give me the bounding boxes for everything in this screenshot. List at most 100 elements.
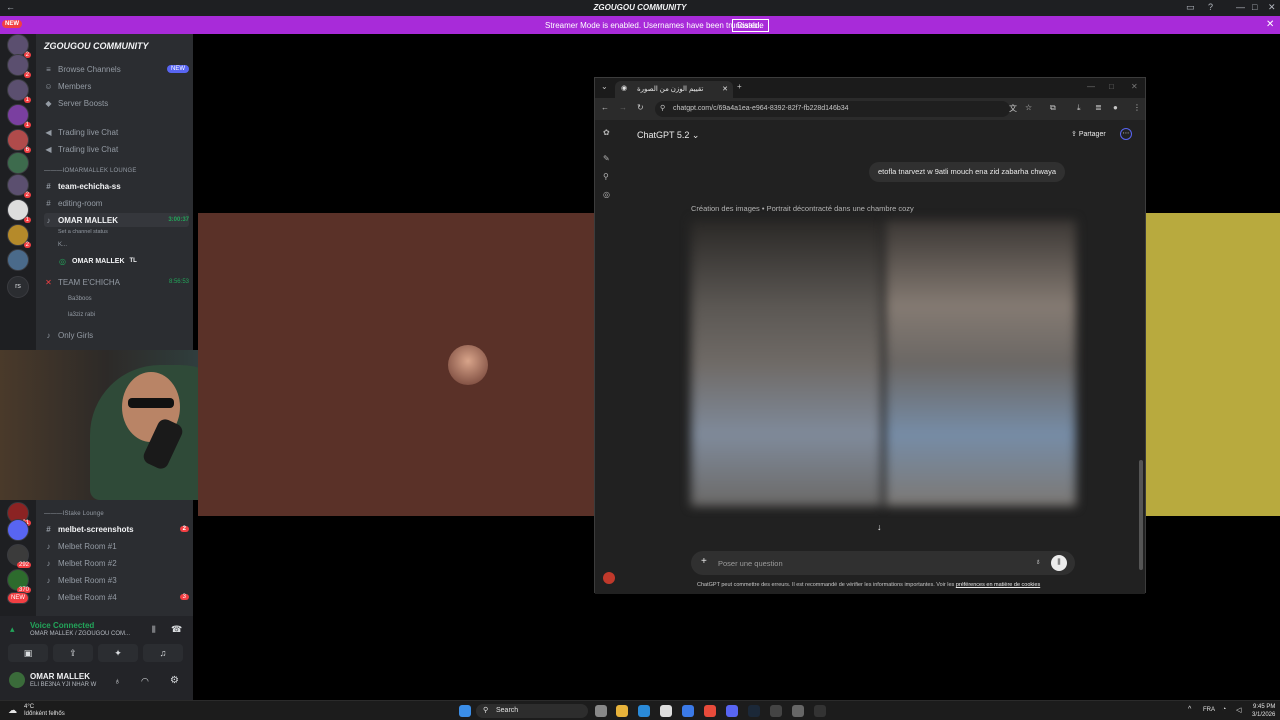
reload-icon[interactable]: ↻ xyxy=(637,103,644,112)
file-explorer-icon[interactable] xyxy=(616,705,628,717)
server-icon[interactable] xyxy=(7,152,29,174)
message-composer[interactable]: + Poser une question ♁ ⫼ xyxy=(691,551,1075,575)
voice-channel-only-girls[interactable]: ♪ Only Girls xyxy=(44,328,189,342)
clock[interactable]: 9:45 PM 3/1/2026 xyxy=(1252,703,1275,719)
maximize-icon[interactable]: □ xyxy=(1109,82,1114,91)
settings-icon[interactable]: ⚙ xyxy=(170,675,179,686)
model-selector[interactable]: ChatGPT 5.2 ⌄ xyxy=(637,130,699,141)
close-icon[interactable]: ✕ xyxy=(1131,82,1138,91)
disable-button[interactable]: Disable xyxy=(732,19,769,32)
activities-button[interactable]: ✦ xyxy=(98,644,138,662)
noise-icon[interactable]: ⫼ xyxy=(152,625,156,635)
tab-close-icon[interactable]: ✕ xyxy=(722,85,728,93)
channel-status[interactable]: Set a channel status xyxy=(44,225,189,239)
cookie-preferences-link[interactable]: préférences en matière de cookies xyxy=(956,582,1040,588)
server-boosts-link[interactable]: ◆ Server Boosts xyxy=(44,96,189,110)
chatgpt-icon[interactable] xyxy=(770,705,782,717)
profile-icon[interactable]: ● xyxy=(1113,103,1118,112)
server-icon[interactable] xyxy=(7,249,29,271)
maximize-icon[interactable]: □ xyxy=(1252,2,1257,12)
taskbar-search[interactable]: ⚲ Search xyxy=(476,704,588,718)
generated-image[interactable] xyxy=(691,220,882,506)
discord-icon[interactable] xyxy=(726,705,738,717)
server-icon[interactable]: 2 xyxy=(7,174,31,198)
composer-input[interactable]: Poser une question xyxy=(718,559,783,568)
stream-tile-left[interactable] xyxy=(198,213,594,516)
voice-member-self[interactable]: ◎ OMAR MALLEK TL xyxy=(44,254,189,268)
avatar[interactable] xyxy=(9,672,25,688)
new-chat-icon[interactable]: ✎ xyxy=(603,154,610,163)
voice-channel-melbet[interactable]: ♪ Melbet Room #3 xyxy=(44,573,189,587)
volume-icon[interactable]: ◁ xyxy=(1236,706,1241,714)
tab-search-icon[interactable]: ⌄ xyxy=(601,82,608,91)
server-icon[interactable] xyxy=(7,519,29,541)
members-link[interactable]: ☺ Members xyxy=(44,79,189,93)
translate-icon[interactable]: 文 xyxy=(1009,103,1017,114)
channel-melbet-screenshots[interactable]: # melbet-screenshots 2 xyxy=(44,522,189,536)
category-lounge[interactable]: ———IOMARMALLEK LOUNGE xyxy=(44,168,137,174)
weather-widget[interactable]: 4°C Időnként felhős xyxy=(24,704,65,718)
new-tab-icon[interactable]: + xyxy=(737,82,742,91)
server-icon[interactable]: 1 xyxy=(7,104,31,128)
disconnect-icon[interactable]: ☎ xyxy=(171,624,182,635)
server-icon[interactable]: 2 xyxy=(7,224,31,248)
server-icon[interactable]: 2 xyxy=(7,54,31,78)
server-icon[interactable]: rs xyxy=(7,276,29,298)
channel-team-echicha[interactable]: # team-echicha-ss xyxy=(44,179,189,193)
scroll-down-icon[interactable]: ↓ xyxy=(877,522,882,532)
category-stake[interactable]: ———IStake Lounge xyxy=(44,511,104,517)
voice-channel-melbet[interactable]: ♪ Melbet Room #1 xyxy=(44,539,189,553)
voice-connected-status[interactable]: Voice Connected xyxy=(30,621,94,630)
share-button[interactable]: ⇪ Partager xyxy=(1071,130,1106,138)
menu-icon[interactable]: ⋮ xyxy=(1133,103,1141,112)
site-info-icon[interactable]: ⚲ xyxy=(660,104,665,112)
inbox-icon[interactable]: ▭ xyxy=(1186,2,1195,13)
more-options-icon[interactable]: ⋯ xyxy=(1120,128,1132,140)
headphones-icon[interactable]: ◠ xyxy=(141,676,149,687)
browse-channels[interactable]: ≡ Browse Channels NEW xyxy=(44,62,189,76)
server-icon[interactable]: 1 xyxy=(7,79,31,103)
voice-mode-icon[interactable]: ⫼ xyxy=(1051,555,1067,571)
channel-trading-chat[interactable]: ◀ Trading live Chat xyxy=(44,125,189,139)
channel-trading-chat[interactable]: ◀ Trading live Chat xyxy=(44,142,189,156)
settings-icon[interactable] xyxy=(792,705,804,717)
minimize-icon[interactable]: — xyxy=(1236,2,1245,12)
help-icon[interactable]: ? xyxy=(1208,2,1213,12)
chrome-icon[interactable] xyxy=(704,705,716,717)
edge-icon[interactable] xyxy=(638,705,650,717)
library-icon[interactable]: ◎ xyxy=(603,190,610,199)
url-input[interactable]: ⚲ chatgpt.com/c/69a4a1ea-e964-8392-82f7-… xyxy=(655,101,1010,117)
stream-tile-right[interactable] xyxy=(1146,213,1280,516)
mic-icon[interactable]: ♁ xyxy=(114,676,121,686)
tray-chevron-icon[interactable]: ^ xyxy=(1188,706,1191,713)
extensions-icon[interactable]: ⧉ xyxy=(1050,103,1056,113)
openai-logo-icon[interactable]: ✿ xyxy=(603,128,610,137)
server-icon[interactable]: 1 xyxy=(7,199,31,223)
voice-channel-melbet[interactable]: ♪ Melbet Room #4 3 xyxy=(44,590,189,604)
generated-image[interactable] xyxy=(885,220,1076,506)
soundboard-button[interactable]: ♫ xyxy=(143,644,183,662)
mic-icon[interactable]: ♁ xyxy=(1035,557,1041,566)
server-icon[interactable]: 370 xyxy=(7,569,31,593)
weather-icon[interactable]: ☁ xyxy=(8,705,17,716)
steam-icon[interactable] xyxy=(748,705,760,717)
search-icon[interactable]: ⚲ xyxy=(603,172,609,181)
voice-member[interactable]: Ba3boos xyxy=(44,292,189,306)
media-icon[interactable]: ≣ xyxy=(1095,103,1102,112)
camera-button[interactable]: ▣ xyxy=(8,644,48,662)
voice-member[interactable]: K... xyxy=(44,238,189,252)
start-icon[interactable] xyxy=(459,705,471,717)
browser-tab[interactable]: ◉ تقييم الوزن من الصورة ✕ xyxy=(615,81,733,98)
network-icon[interactable]: ◔ xyxy=(1222,706,1226,713)
server-icon[interactable]: 2 xyxy=(7,34,31,58)
voice-member[interactable]: la3ziz rabi xyxy=(44,308,189,322)
close-icon[interactable]: ✕ xyxy=(1268,2,1276,13)
store-icon[interactable] xyxy=(660,705,672,717)
download-icon[interactable]: ⤓ xyxy=(1077,103,1081,113)
back-icon[interactable]: ← xyxy=(601,103,609,112)
avatar[interactable] xyxy=(603,572,615,584)
guild-name[interactable]: ZGOUGOU COMMUNITY xyxy=(44,41,149,51)
scrollbar[interactable] xyxy=(1139,460,1143,570)
screenshare-button[interactable]: ⇪ xyxy=(53,644,93,662)
voice-channel-team[interactable]: ✕ TEAM E'CHICHA 8:56:53 xyxy=(44,275,189,289)
